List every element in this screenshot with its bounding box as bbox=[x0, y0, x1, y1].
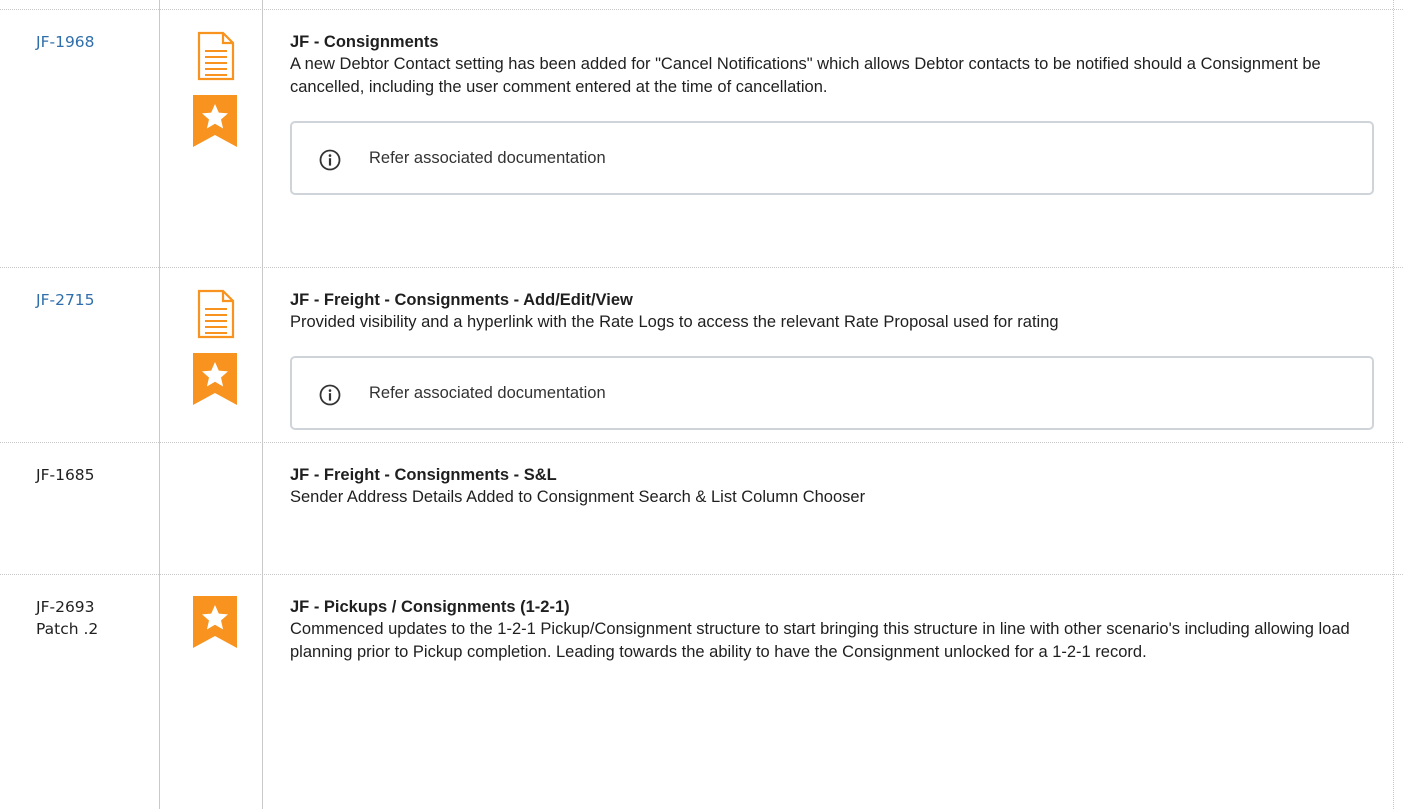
release-notes-table: JF-1968 JF - Consignments A new Debtor C… bbox=[0, 0, 1403, 809]
description-cell: JF - Pickups / Consignments (1-2-1) Comm… bbox=[290, 596, 1380, 664]
issue-key-cell: JF-2693 Patch .2 bbox=[36, 596, 154, 640]
issue-description: Commenced updates to the 1-2-1 Pickup/Co… bbox=[290, 620, 1350, 661]
issue-description: Sender Address Details Added to Consignm… bbox=[290, 488, 866, 506]
description-cell: JF - Consignments A new Debtor Contact s… bbox=[290, 31, 1380, 195]
star-icon bbox=[193, 95, 237, 147]
table-row: JF-2693 Patch .2 JF - Pickups / Consignm… bbox=[0, 574, 1403, 809]
issue-title: JF - Freight - Consignments - Add/Edit/V… bbox=[290, 291, 633, 309]
info-panel: Refer associated documentation bbox=[290, 356, 1374, 430]
info-panel-text: Refer associated documentation bbox=[369, 384, 606, 402]
icon-cell bbox=[193, 596, 237, 648]
issue-description: Provided visibility and a hyperlink with… bbox=[290, 313, 1059, 331]
issue-key-cell: JF-1968 bbox=[36, 31, 154, 53]
document-icon bbox=[197, 289, 235, 339]
info-icon bbox=[319, 384, 341, 406]
issue-description: A new Debtor Contact setting has been ad… bbox=[290, 55, 1321, 96]
issue-title: JF - Consignments bbox=[290, 33, 439, 51]
description-cell: JF - Freight - Consignments - Add/Edit/V… bbox=[290, 289, 1380, 430]
issue-key-link[interactable]: JF-2715 bbox=[36, 291, 95, 309]
issue-key-cell: JF-2715 bbox=[36, 289, 154, 311]
table-row: JF-1685 JF - Freight - Consignments - S&… bbox=[0, 442, 1403, 574]
icon-cell bbox=[193, 31, 237, 147]
info-panel: Refer associated documentation bbox=[290, 121, 1374, 195]
description-cell: JF - Freight - Consignments - S&L Sender… bbox=[290, 464, 1380, 509]
issue-key-link[interactable]: JF-1968 bbox=[36, 33, 95, 51]
star-icon bbox=[193, 596, 237, 648]
info-panel-text: Refer associated documentation bbox=[369, 149, 606, 167]
issue-title: JF - Pickups / Consignments (1-2-1) bbox=[290, 598, 570, 616]
issue-title: JF - Freight - Consignments - S&L bbox=[290, 466, 557, 484]
document-icon bbox=[197, 31, 235, 81]
issue-key-patch: Patch .2 bbox=[36, 620, 99, 638]
issue-key: JF-2693 bbox=[36, 598, 95, 616]
star-icon bbox=[193, 353, 237, 405]
info-icon bbox=[319, 149, 341, 171]
table-row: JF-2715 JF - Freight - Consignments - Ad… bbox=[0, 267, 1403, 442]
table-row: JF-1968 JF - Consignments A new Debtor C… bbox=[0, 9, 1403, 267]
issue-key: JF-1685 bbox=[36, 466, 95, 484]
issue-key-cell: JF-1685 bbox=[36, 464, 154, 486]
icon-cell bbox=[193, 289, 237, 405]
